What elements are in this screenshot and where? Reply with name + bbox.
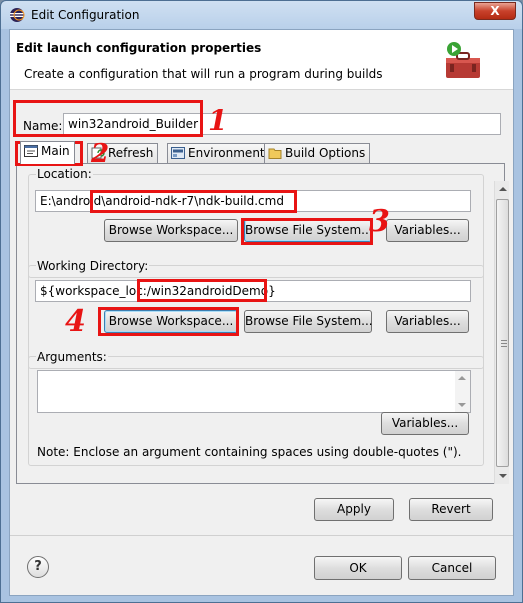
dialog-header: Edit launch configuration properties Cre…: [10, 30, 513, 90]
arguments-note: Note: Enclose an argument containing spa…: [37, 445, 462, 459]
window-title: Edit Configuration: [31, 8, 140, 22]
working-directory-variables-button[interactable]: Variables...: [386, 310, 469, 333]
header-description: Create a configuration that will run a p…: [24, 67, 383, 81]
header-title: Edit launch configuration properties: [16, 41, 262, 55]
edit-configuration-window: Edit Configuration X Edit launch configu…: [0, 0, 523, 603]
tab-environment-label: Environment: [188, 146, 265, 160]
tab-main[interactable]: Main: [20, 141, 75, 164]
tab-environment[interactable]: Environment: [167, 143, 270, 163]
location-variables-button[interactable]: Variables...: [386, 219, 469, 242]
environment-icon: [171, 147, 185, 159]
annotation-mark-2: 2: [91, 139, 110, 169]
name-label: Name:: [23, 119, 63, 133]
ok-button[interactable]: OK: [314, 556, 402, 580]
arguments-textarea[interactable]: [37, 370, 471, 413]
tab-main-label: Main: [41, 144, 70, 158]
working-directory-label: Working Directory:: [36, 259, 150, 273]
annotation-mark-3: 3: [369, 204, 390, 239]
working-directory-browse-workspace-button[interactable]: Browse Workspace...: [104, 310, 238, 333]
location-label: Location:: [36, 167, 93, 181]
eclipse-app-icon: [10, 8, 25, 22]
title-bar: Edit Configuration X: [1, 1, 522, 29]
tab-build-options-label: Build Options: [285, 146, 366, 160]
grip-icon: [501, 340, 507, 347]
annotation-mark-1: 1: [208, 104, 228, 137]
arguments-scroll-up-icon[interactable]: [458, 376, 466, 380]
arguments-label: Arguments:: [36, 350, 108, 364]
toolbox-icon: [446, 42, 480, 78]
scroll-up-icon[interactable]: [499, 187, 507, 191]
scroll-down-icon[interactable]: [499, 474, 507, 478]
close-button[interactable]: X: [474, 2, 516, 20]
cancel-button[interactable]: Cancel: [408, 556, 496, 580]
name-input[interactable]: win32android_Builder: [63, 113, 501, 135]
main-tab-icon: [24, 145, 38, 157]
location-browse-workspace-button[interactable]: Browse Workspace...: [104, 219, 238, 242]
arguments-scrollbar[interactable]: [455, 371, 470, 412]
arguments-variables-button[interactable]: Variables...: [381, 412, 469, 435]
panel-vertical-scrollbar[interactable]: [494, 181, 509, 484]
help-icon[interactable]: ?: [27, 556, 49, 578]
tab-refresh-label: Refresh: [108, 146, 154, 160]
build-options-icon: [268, 148, 282, 159]
location-input[interactable]: E:\android\android-ndk-r7\ndk-build.cmd: [35, 190, 471, 212]
annotation-mark-4: 4: [65, 304, 86, 339]
arguments-scroll-down-icon[interactable]: [458, 403, 466, 407]
bottom-separator: [10, 535, 513, 536]
revert-button[interactable]: Revert: [409, 498, 493, 521]
location-browse-file-system-button[interactable]: Browse File System...: [244, 219, 373, 242]
scrollbar-thumb[interactable]: [496, 199, 509, 467]
working-directory-browse-file-system-button[interactable]: Browse File System...: [244, 310, 373, 333]
working-directory-input[interactable]: ${workspace_loc:/win32androidDemo}: [35, 280, 471, 302]
tab-build-options[interactable]: Build Options: [264, 143, 371, 163]
apply-button[interactable]: Apply: [314, 498, 394, 521]
